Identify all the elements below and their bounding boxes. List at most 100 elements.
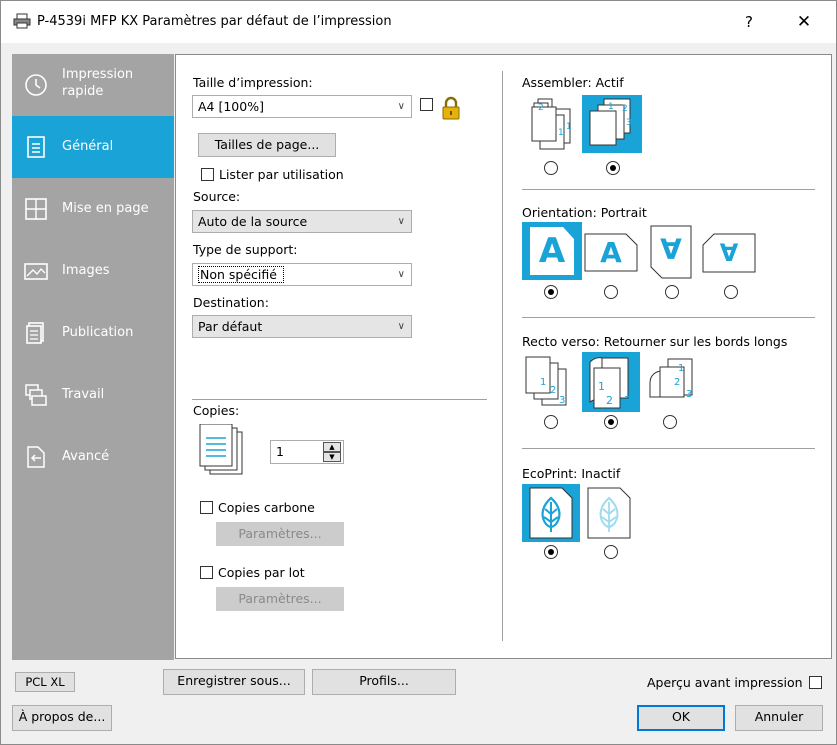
svg-text:1: 1 [608, 102, 614, 112]
chevron-down-icon: ∨ [397, 321, 405, 332]
sidebar-item-label: Images [62, 263, 110, 278]
job-icon [24, 383, 48, 407]
orientation-header: Orientation: Portrait [522, 205, 647, 220]
orientation-value: Portrait [600, 205, 647, 220]
lock-icon [441, 96, 461, 120]
ecoprint-off-radio[interactable] [604, 545, 618, 559]
orientation-landscape-radio[interactable] [604, 285, 618, 299]
advanced-icon [24, 445, 48, 469]
ecoprint-off-icon[interactable] [586, 486, 634, 540]
duplex-long-edge-radio[interactable] [604, 415, 618, 429]
chevron-down-icon: ∨ [397, 269, 405, 280]
svg-text:1: 1 [566, 122, 572, 132]
portrait-icon[interactable]: A [522, 222, 582, 280]
svg-text:2: 2 [674, 377, 680, 388]
save-as-button[interactable]: Enregistrer sous... [163, 669, 305, 695]
close-button[interactable]: ✕ [787, 10, 821, 34]
batch-copies-checkbox[interactable] [200, 566, 213, 579]
carbon-copies-label: Copies carbone [218, 500, 315, 515]
sidebar-item-label: Mise en page [62, 201, 149, 216]
svg-text:2: 2 [622, 104, 628, 114]
duplex-value: Retourner sur les bords longs [603, 334, 788, 349]
svg-text:2: 2 [550, 385, 556, 396]
lock-size-checkbox[interactable] [420, 98, 433, 111]
clock-icon [24, 73, 48, 97]
copies-icon [198, 424, 244, 476]
uncollated-icon[interactable]: 2 1 1 [524, 95, 580, 153]
pcl-xl-button[interactable]: PCL XL [15, 672, 75, 692]
publication-icon [24, 321, 48, 345]
duplex-short-edge-icon[interactable]: 1 2 3 [646, 355, 702, 405]
sidebar-item-publication[interactable]: Publication [12, 302, 174, 364]
chevron-down-icon: ∨ [397, 216, 405, 227]
svg-text:3: 3 [624, 394, 631, 407]
sidebar-item-quick-print[interactable]: Impression rapide [12, 54, 174, 116]
sidebar-item-job[interactable]: Travail [12, 364, 174, 426]
sidebar: Impression rapide Général Mise en page I… [12, 54, 174, 660]
svg-text:1: 1 [558, 128, 564, 138]
preview-label: Aperçu avant impression [647, 675, 803, 690]
svg-text:3: 3 [626, 118, 632, 128]
destination-label: Destination: [193, 295, 269, 310]
page-sizes-button[interactable]: Tailles de page... [198, 133, 336, 157]
media-type-label: Type de support: [193, 242, 298, 257]
divider [522, 189, 815, 190]
copies-value: 1 [276, 444, 284, 459]
simplex-icon[interactable]: 1 2 3 [522, 355, 580, 411]
orientation-portrait-radio[interactable] [544, 285, 558, 299]
batch-copies-label: Copies par lot [218, 565, 305, 580]
title-bar: P-4539i MFP KX Paramètres par défaut de … [1, 1, 836, 43]
svg-text:2: 2 [606, 394, 613, 407]
preview-checkbox[interactable] [809, 676, 822, 689]
ecoprint-on-icon[interactable] [522, 484, 580, 542]
sidebar-item-label: Impression rapide [62, 67, 134, 99]
collated-icon[interactable]: 1 2 3 [582, 95, 642, 153]
list-by-usage-checkbox[interactable] [201, 168, 214, 181]
sidebar-item-advanced[interactable]: Avancé [12, 426, 174, 488]
list-by-usage-label: Lister par utilisation [219, 167, 344, 182]
ecoprint-value: Inactif [581, 466, 621, 481]
ok-button[interactable]: OK [637, 705, 725, 731]
portrait-rotated-icon[interactable]: ∀ [650, 225, 692, 279]
sidebar-item-label: Général [62, 139, 114, 154]
collate-value: Actif [595, 75, 624, 90]
duplex-short-edge-radio[interactable] [663, 415, 677, 429]
copies-label: Copies: [193, 403, 240, 418]
duplex-off-radio[interactable] [544, 415, 558, 429]
profiles-button[interactable]: Profils... [312, 669, 456, 695]
sidebar-item-label: Publication [62, 325, 134, 340]
sidebar-item-general[interactable]: Général [12, 116, 174, 178]
divider [522, 317, 815, 318]
landscape-rotated-icon[interactable]: ∀ [702, 233, 756, 273]
about-button[interactable]: À propos de... [12, 705, 112, 731]
column-divider [502, 71, 503, 641]
svg-text:1: 1 [540, 377, 546, 388]
help-button[interactable]: ? [737, 11, 761, 33]
source-select[interactable]: Auto de la source ∨ [192, 210, 412, 233]
batch-settings-button[interactable]: Paramètres... [216, 587, 344, 611]
copies-spinner[interactable]: 1 ▲ ▼ [270, 440, 344, 464]
orientation-landscape-rotated-radio[interactable] [724, 285, 738, 299]
carbon-settings-button[interactable]: Paramètres... [216, 522, 344, 546]
landscape-icon[interactable]: A [584, 233, 638, 277]
duplex-long-edge-icon[interactable]: 1 2 3 [582, 352, 640, 412]
sidebar-item-label: Avancé [62, 449, 110, 464]
destination-select[interactable]: Par défaut ∨ [192, 315, 412, 338]
collate-off-radio[interactable] [544, 161, 558, 175]
general-panel: Taille d’impression: A4 [100%] ∨ Tailles… [175, 54, 832, 659]
svg-text:1: 1 [678, 363, 684, 374]
media-type-select[interactable]: Non spécifié ∨ [192, 263, 412, 286]
collate-on-radio[interactable] [606, 161, 620, 175]
sidebar-item-layout[interactable]: Mise en page [12, 178, 174, 240]
carbon-copies-checkbox[interactable] [200, 501, 213, 514]
print-size-select[interactable]: A4 [100%] ∨ [192, 95, 412, 118]
cancel-button[interactable]: Annuler [735, 705, 823, 731]
divider [192, 399, 487, 400]
sidebar-item-images[interactable]: Images [12, 240, 174, 302]
orientation-portrait-rotated-radio[interactable] [665, 285, 679, 299]
print-preferences-window: P-4539i MFP KX Paramètres par défaut de … [0, 0, 837, 745]
spin-up-button[interactable]: ▲ [323, 442, 341, 452]
sidebar-item-label: Travail [62, 387, 105, 402]
ecoprint-on-radio[interactable] [544, 545, 558, 559]
spin-down-button[interactable]: ▼ [323, 452, 341, 462]
